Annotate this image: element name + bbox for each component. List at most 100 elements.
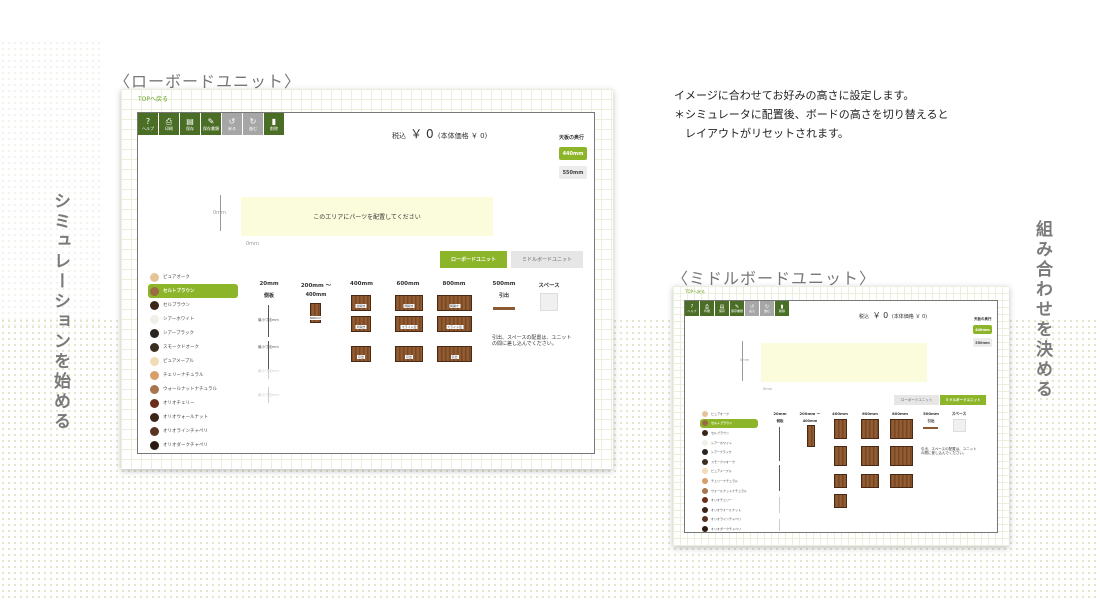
toolbar-button-help[interactable]: ? ヘルプ — [685, 301, 699, 316]
side-panel-label: 最小寸法mm — [258, 369, 279, 373]
depth-440-button[interactable]: 440mm — [559, 147, 587, 160]
color-name: シアーホワイト — [163, 317, 195, 322]
color-item[interactable]: シアーホワイト — [148, 312, 238, 326]
side-panel-part[interactable] — [779, 465, 780, 491]
tab-low-board[interactable]: ローボードユニット — [894, 395, 939, 405]
color-item[interactable]: セルブラウン — [700, 428, 758, 438]
toolbar-label: 保存書類 — [730, 309, 743, 313]
price-amount: ￥ 0 — [410, 127, 434, 141]
col-header-800mm: 800mm — [442, 281, 466, 287]
part-label: 引出 — [450, 355, 459, 359]
part-600-drawer[interactable] — [861, 474, 879, 488]
color-item[interactable]: ピュアメープル — [700, 467, 758, 477]
part-400-open[interactable] — [834, 419, 847, 439]
drawer-500-part[interactable] — [493, 307, 515, 310]
toolbar-button-redo[interactable]: ↻ 進む — [243, 113, 263, 135]
part-400-drawer[interactable] — [834, 494, 847, 508]
color-item[interactable]: オリオチェリー — [700, 495, 758, 505]
space-part[interactable] — [540, 293, 558, 311]
part-400-drawer[interactable]: 引出 — [351, 346, 371, 362]
color-swatch — [150, 398, 159, 408]
color-item[interactable]: オリオラインチャペリ — [148, 424, 238, 438]
toolbar-label: 削除 — [270, 126, 278, 131]
side-panel-part[interactable] — [779, 427, 780, 461]
toolbar-button-print[interactable]: ⎙ 印刷 — [159, 113, 179, 135]
color-item[interactable]: ウォールナットナチュラル — [148, 382, 238, 396]
color-item[interactable]: ピュアオーク — [700, 409, 758, 419]
color-item[interactable]: セルトブラウン — [700, 418, 758, 429]
depth-550-button[interactable]: 550mm — [559, 166, 587, 179]
part-400-slide[interactable] — [834, 446, 847, 466]
part-400-open[interactable]: 全開き — [351, 295, 371, 311]
box-part-400[interactable]: 800mm — [308, 303, 323, 323]
top-link[interactable]: TOPへ戻る — [138, 94, 168, 103]
depth-550-button[interactable]: 550mm — [973, 338, 992, 347]
color-item[interactable]: シアーブラック — [148, 326, 238, 340]
depth-440-button[interactable]: 440mm — [973, 325, 992, 334]
space-part[interactable] — [953, 419, 966, 432]
drop-area[interactable]: このエリアにパーツを配置してください — [241, 197, 493, 236]
color-item[interactable]: シアーホワイト — [700, 438, 758, 448]
color-swatch — [702, 487, 708, 494]
tab-low-board[interactable]: ローボードユニット — [440, 251, 507, 268]
toolbar-button-print[interactable]: ⎙ 印刷 — [700, 301, 714, 316]
tab-middle-board[interactable]: ミドルボードユニット — [940, 395, 986, 405]
part-600-slide[interactable]: スライド扉 — [395, 316, 423, 332]
color-item[interactable]: ピュアオーク — [148, 270, 238, 284]
part-800-drawer[interactable]: 引出 — [437, 346, 472, 362]
color-item[interactable]: チェリーナチュラル — [148, 368, 238, 382]
box-part-400[interactable] — [807, 425, 815, 447]
toolbar-label: 削除 — [778, 309, 785, 313]
toolbar-button-redo[interactable]: ↻ 進む — [760, 301, 774, 316]
part-400-drawer[interactable] — [834, 474, 847, 488]
toolbar-button-undo[interactable]: ↺ 戻る — [222, 113, 242, 135]
color-item[interactable]: オリオダークチャペリ — [700, 524, 758, 532]
toolbar-button-save[interactable]: ▤ 保存 — [715, 301, 729, 316]
part-400-slide[interactable]: 片開き — [351, 316, 371, 332]
toolbar-button-saved-docs[interactable]: ✎ 保存書類 — [730, 301, 744, 316]
color-item[interactable]: チェリーナチュラル — [700, 476, 758, 486]
color-item[interactable]: ピュアメープル — [148, 354, 238, 368]
color-item[interactable]: セルトブラウン — [148, 284, 238, 298]
part-800-drawer[interactable] — [890, 474, 913, 488]
color-item[interactable]: オリオウォールナット — [700, 505, 758, 515]
color-item[interactable]: セルブラウン — [148, 298, 238, 312]
tab-middle-board[interactable]: ミドルボードユニット — [511, 251, 583, 268]
color-item[interactable]: オリオラインチャペリ — [700, 515, 758, 525]
color-item[interactable]: オリオウォールナット — [148, 410, 238, 424]
toolbar-button-undo[interactable]: ↺ 戻る — [745, 301, 759, 316]
color-item[interactable]: オリオダークチャペリ — [148, 438, 238, 452]
color-swatch — [702, 458, 708, 465]
color-item[interactable]: スモークドオーク — [148, 340, 238, 354]
toolbar-button-trash[interactable]: ▮ 削除 — [264, 113, 284, 135]
top-link[interactable]: TOPへ戻る — [685, 289, 705, 295]
color-item[interactable]: スモークドオーク — [700, 457, 758, 467]
drawer-500-part[interactable] — [923, 427, 938, 429]
drop-area[interactable] — [761, 343, 927, 382]
part-600-slide[interactable] — [861, 446, 879, 466]
toolbar-button-trash[interactable]: ▮ 削除 — [775, 301, 789, 316]
width-value: 0mm — [763, 387, 773, 391]
part-800-open[interactable] — [890, 419, 913, 439]
color-swatch — [150, 370, 159, 380]
color-item[interactable]: オリオチェリー — [148, 396, 238, 410]
note-line-3: レイアウトがリセットされます。 — [685, 127, 849, 140]
toolbar-label: 進む — [763, 309, 770, 313]
part-800-open[interactable]: 両開き — [437, 295, 472, 311]
part-800-slide[interactable] — [890, 446, 913, 466]
toolbar-button-saved-docs[interactable]: ✎ 保存書類 — [201, 113, 221, 135]
part-600-drawer[interactable]: 引出 — [395, 346, 423, 362]
color-swatch — [150, 286, 159, 296]
part-600-open[interactable] — [861, 419, 879, 439]
color-name: セルトブラウン — [711, 421, 733, 426]
toolbar-button-help[interactable]: ? ヘルプ — [138, 113, 158, 135]
part-800-slide[interactable]: スライド扉 — [437, 316, 472, 332]
price-note: (本体価格 ￥ 0) — [437, 132, 488, 140]
color-item[interactable]: シアーブラック — [700, 447, 758, 457]
part-600-open[interactable]: 両開き — [395, 295, 423, 311]
toolbar-label: ヘルプ — [142, 126, 154, 131]
color-item[interactable]: ウォールナットナチュラル — [700, 486, 758, 496]
toolbar-button-save[interactable]: ▤ 保存 — [180, 113, 200, 135]
col-header-space: スペース — [538, 283, 560, 289]
color-name: スモークドオーク — [163, 345, 199, 350]
